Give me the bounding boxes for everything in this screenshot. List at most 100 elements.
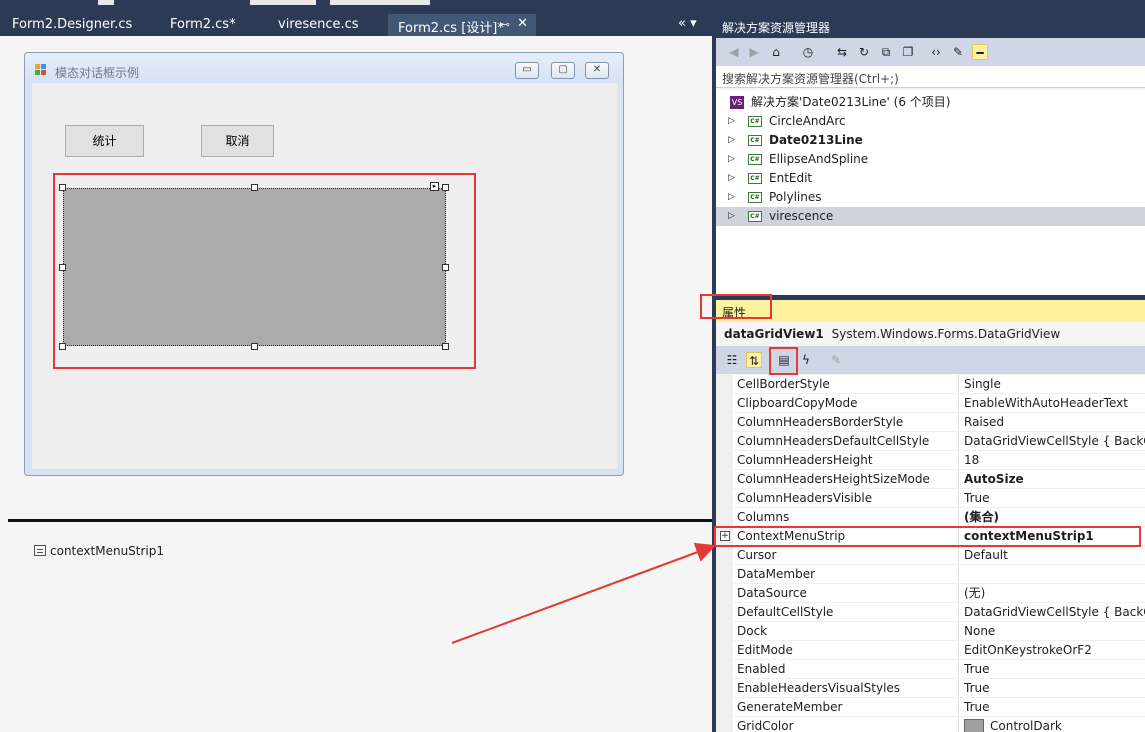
tree-project-selected[interactable]: ▷ C# virescence [716, 207, 1145, 226]
property-value[interactable]: (集合) [964, 508, 1145, 527]
tree-project[interactable]: ▷ C# Polylines [716, 188, 1145, 207]
tree-label: Polylines [769, 190, 822, 204]
expand-arrow-icon[interactable]: ▷ [728, 131, 735, 150]
expand-arrow-icon[interactable]: ▷ [728, 150, 735, 169]
tree-project[interactable]: ▷ C# EllipseAndSpline [716, 150, 1145, 169]
resize-handle[interactable] [442, 343, 449, 350]
refresh-icon[interactable]: ↻ [856, 44, 872, 60]
property-value[interactable]: Single [964, 375, 1145, 394]
properties-object-selector[interactable]: dataGridView1 System.Windows.Forms.DataG… [716, 322, 1145, 346]
row-gutter [716, 641, 733, 660]
row-gutter [716, 470, 733, 489]
property-row[interactable]: ColumnHeadersHeightSizeMode AutoSize [716, 470, 1145, 489]
resize-handle[interactable] [59, 184, 66, 191]
property-row[interactable]: DefaultCellStyle DataGridViewCellStyle { … [716, 603, 1145, 622]
tab-form2-cs[interactable]: Form2.cs* [160, 14, 260, 36]
stat-button[interactable]: 统计 [65, 125, 144, 157]
property-value[interactable]: True [964, 660, 1145, 679]
property-row[interactable]: DataMember [716, 565, 1145, 584]
alphabetical-icon[interactable]: ⇅ [746, 352, 762, 368]
property-row[interactable]: Cursor Default [716, 546, 1145, 565]
copy-icon[interactable]: ❐ [900, 44, 916, 60]
property-value[interactable]: (无) [964, 584, 1145, 603]
resize-handle[interactable] [59, 343, 66, 350]
tree-project[interactable]: ▷ C# Date0213Line [716, 131, 1145, 150]
resize-handle[interactable] [59, 264, 66, 271]
datagridview-control[interactable] [63, 188, 446, 346]
history-icon[interactable]: ◷ [800, 44, 816, 60]
categorized-icon[interactable]: ☷ [724, 352, 740, 368]
maximize-button[interactable]: ▢ [551, 62, 575, 79]
back-icon[interactable]: ◀ [726, 44, 742, 60]
tree-label: EntEdit [769, 171, 813, 185]
property-value[interactable]: DataGridViewCellStyle { BackCo [964, 432, 1145, 451]
property-value[interactable] [964, 565, 1145, 584]
resize-handle[interactable] [442, 184, 449, 191]
forward-icon[interactable]: ▶ [746, 44, 762, 60]
property-row[interactable]: Dock None [716, 622, 1145, 641]
property-row[interactable]: EnableHeadersVisualStyles True [716, 679, 1145, 698]
tab-viresence[interactable]: viresence.cs [268, 14, 378, 36]
tray-item-contextmenustrip[interactable]: contextMenuStrip1 [34, 544, 164, 558]
tree-project[interactable]: ▷ C# EntEdit [716, 169, 1145, 188]
expand-arrow-icon[interactable]: ▷ [728, 207, 735, 226]
close-button[interactable]: ✕ [585, 62, 609, 79]
property-row[interactable]: Enabled True [716, 660, 1145, 679]
events-icon[interactable]: ϟ [798, 352, 814, 368]
property-value[interactable]: DataGridViewCellStyle { BackCo [964, 603, 1145, 622]
resize-handle[interactable] [442, 264, 449, 271]
property-value[interactable]: True [964, 698, 1145, 717]
resize-handle[interactable] [251, 343, 258, 350]
close-icon[interactable]: ✕ [517, 16, 528, 31]
resize-handle[interactable] [251, 184, 258, 191]
property-row[interactable]: EditMode EditOnKeystrokeOrF2 [716, 641, 1145, 660]
expand-arrow-icon[interactable]: ▷ [728, 112, 735, 131]
expand-arrow-icon[interactable]: ▷ [728, 169, 735, 188]
solution-search-input[interactable]: 搜索解决方案资源管理器(Ctrl+;) [716, 66, 1145, 88]
property-row[interactable]: ColumnHeadersHeight 18 [716, 451, 1145, 470]
property-row[interactable]: GenerateMember True [716, 698, 1145, 717]
tree-solution-node[interactable]: VS 解决方案'Date0213Line' (6 个项目) [716, 93, 1145, 112]
property-value[interactable]: EnableWithAutoHeaderText [964, 394, 1145, 413]
collapse-icon[interactable]: ⧉ [878, 44, 894, 60]
pin-icon[interactable]: ━ [972, 44, 988, 60]
designer-pane: Form2.Designer.cs Form2.cs* viresence.cs… [0, 0, 712, 732]
property-value[interactable]: True [964, 679, 1145, 698]
code-icon[interactable]: ‹› [928, 44, 944, 60]
property-value[interactable]: Default [964, 546, 1145, 565]
expand-arrow-icon[interactable]: ▷ [728, 188, 735, 207]
sync-icon[interactable]: ⇆ [834, 44, 850, 60]
property-name: EnableHeadersVisualStyles [737, 679, 959, 698]
property-row-contextmenustrip[interactable]: + ContextMenuStrip contextMenuStrip1 [716, 527, 1145, 546]
property-row[interactable]: GridColor ControlDark [716, 717, 1145, 732]
tab-overflow-icon[interactable]: « ▾ [678, 16, 697, 31]
cancel-button[interactable]: 取消 [201, 125, 274, 157]
property-value[interactable]: AutoSize [964, 470, 1145, 489]
property-name: CellBorderStyle [737, 375, 959, 394]
property-value[interactable]: 18 [964, 451, 1145, 470]
property-row[interactable]: ColumnHeadersVisible True [716, 489, 1145, 508]
property-row[interactable]: CellBorderStyle Single [716, 375, 1145, 394]
wrench-icon[interactable]: ✎ [950, 44, 966, 60]
property-value[interactable]: True [964, 489, 1145, 508]
minimize-button[interactable]: ▭ [515, 62, 539, 79]
smart-tag-icon[interactable]: ▸ [430, 182, 439, 191]
property-value[interactable]: ControlDark [964, 717, 1145, 732]
property-value[interactable]: None [964, 622, 1145, 641]
property-value[interactable]: contextMenuStrip1 [964, 527, 1145, 546]
property-row[interactable]: DataSource (无) [716, 584, 1145, 603]
property-row[interactable]: Columns (集合) [716, 508, 1145, 527]
property-row[interactable]: ClipboardCopyMode EnableWithAutoHeaderTex… [716, 394, 1145, 413]
tree-project[interactable]: ▷ C# CircleAndArc [716, 112, 1145, 131]
wrench-icon[interactable]: ✎ [828, 352, 844, 368]
property-value[interactable]: Raised [964, 413, 1145, 432]
property-value[interactable]: EditOnKeystrokeOrF2 [964, 641, 1145, 660]
property-row[interactable]: ColumnHeadersDefaultCellStyle DataGridVie… [716, 432, 1145, 451]
home-icon[interactable]: ⌂ [768, 44, 784, 60]
tab-form2-designer[interactable]: Form2.Designer.cs [2, 14, 152, 36]
pin-icon[interactable]: ⊷ [499, 18, 510, 31]
property-pages-icon[interactable]: ▤ [776, 352, 792, 368]
expand-plus-icon[interactable]: + [720, 531, 730, 541]
tab-form2-design[interactable]: Form2.cs [设计]* ⊷ ✕ [388, 14, 536, 36]
property-row[interactable]: ColumnHeadersBorderStyle Raised [716, 413, 1145, 432]
